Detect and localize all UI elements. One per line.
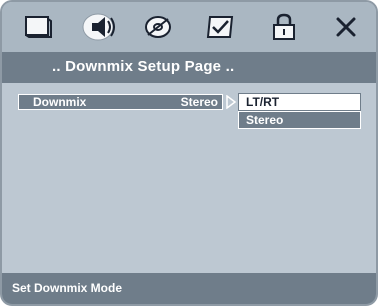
submenu-arrow-icon	[226, 95, 237, 109]
disc-icon	[145, 16, 171, 38]
close-icon	[336, 17, 356, 37]
title-bar: .. Downmix Setup Page ..	[2, 52, 376, 83]
settings-panel: Downmix Stereo LT/RT Stereo	[2, 83, 376, 273]
setting-value: Stereo	[180, 95, 218, 109]
tab-exit[interactable]	[324, 10, 368, 44]
status-bar: Set Downmix Mode	[2, 273, 376, 304]
speaker-icon	[82, 13, 115, 41]
lock-icon	[273, 13, 295, 40]
tab-video[interactable]	[136, 10, 180, 44]
setup-menu-window: .. Downmix Setup Page .. Downmix Stereo …	[0, 0, 378, 306]
option-list: LT/RT Stereo	[238, 93, 361, 129]
status-text: Set Downmix Mode	[12, 281, 123, 295]
monitor-icon	[25, 16, 52, 38]
setting-label: Downmix	[33, 95, 87, 109]
downmix-setting-row[interactable]: Downmix Stereo	[18, 94, 223, 110]
tab-preference[interactable]	[198, 10, 242, 44]
tab-audio[interactable]	[78, 10, 122, 44]
option-lt-rt[interactable]: LT/RT	[238, 93, 361, 111]
tab-bar	[2, 2, 376, 52]
checkmark-icon	[206, 16, 234, 38]
page-title: .. Downmix Setup Page ..	[52, 58, 235, 75]
tab-password[interactable]	[262, 10, 306, 44]
tab-general[interactable]	[16, 10, 60, 44]
option-stereo[interactable]: Stereo	[238, 111, 361, 129]
